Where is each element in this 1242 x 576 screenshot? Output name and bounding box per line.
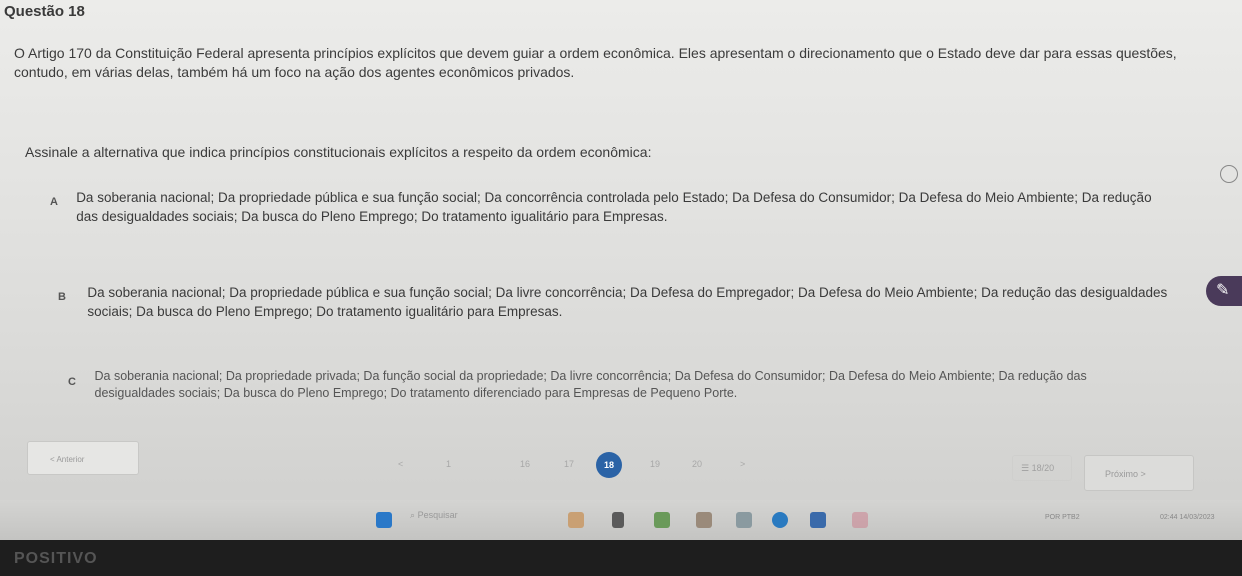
pagination-next-arrow[interactable]: > [740, 459, 745, 469]
option-letter: B [58, 291, 66, 303]
search-icon: ⌕ [410, 510, 416, 520]
list-icon: ☰ [1021, 463, 1030, 473]
page-link[interactable]: 20 [692, 459, 702, 469]
app-icon[interactable] [696, 512, 712, 528]
next-button[interactable]: Próximo > [1084, 455, 1194, 491]
clock[interactable]: 02:44 14/03/2023 [1160, 514, 1215, 521]
page-link[interactable]: 1 [446, 459, 451, 469]
app-icon[interactable] [736, 512, 752, 528]
option-letter: C [68, 376, 76, 388]
page-link[interactable]: 17 [564, 459, 574, 469]
chat-icon[interactable]: ✎ [1206, 276, 1242, 306]
app-icon[interactable] [654, 512, 670, 528]
language-indicator[interactable]: POR PTB2 [1045, 514, 1080, 521]
windows-start-icon[interactable] [376, 512, 392, 528]
option-letter: A [50, 196, 58, 208]
question-instruction: Assinale a alternativa que indica princí… [25, 144, 652, 160]
taskbar-search[interactable]: ⌕ Pesquisar [410, 510, 458, 521]
option-a[interactable]: A Da soberania nacional; Da propriedade … [50, 188, 1170, 226]
edge-browser-icon[interactable] [772, 512, 788, 528]
brand-logo: POSITIVO [14, 550, 98, 567]
monitor-bezel: POSITIVO [0, 540, 1242, 576]
option-c[interactable]: C Da soberania nacional; Da propriedade … [68, 368, 1128, 402]
info-icon[interactable] [1220, 165, 1238, 183]
option-b[interactable]: B Da soberania nacional; Da propriedade … [58, 283, 1178, 321]
app-icon[interactable] [612, 512, 624, 528]
search-placeholder: Pesquisar [417, 510, 458, 520]
question-title: Questão 18 [4, 3, 85, 20]
option-text: Da soberania nacional; Da propriedade pú… [76, 190, 1152, 224]
windows-taskbar: ⌕ Pesquisar POR PTB2 02:44 14/03/2023 [0, 500, 1242, 540]
page-link-current[interactable]: 18 [596, 452, 622, 478]
app-icon[interactable] [852, 512, 868, 528]
progress-text: 18/20 [1031, 463, 1055, 473]
page-link[interactable]: 16 [520, 459, 530, 469]
option-text: Da soberania nacional; Da propriedade pú… [87, 285, 1168, 319]
option-text: Da soberania nacional; Da propriedade pr… [94, 369, 1087, 400]
app-icon[interactable] [810, 512, 826, 528]
quiz-screen: Questão 18 O Artigo 170 da Constituição … [0, 0, 1242, 540]
question-statement: O Artigo 170 da Constituição Federal apr… [14, 45, 1177, 80]
app-icon[interactable] [568, 512, 584, 528]
page-link[interactable]: 19 [650, 459, 660, 469]
pagination-prev-arrow[interactable]: < [398, 459, 403, 469]
question-progress[interactable]: ☰ 18/20 [1012, 455, 1072, 481]
